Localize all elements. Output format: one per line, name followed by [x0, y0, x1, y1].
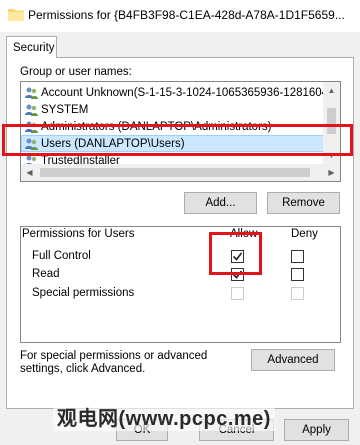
- window-title: Permissions for {B4FB3F98-C1EA-428d-A78A…: [28, 8, 345, 22]
- scroll-thumb[interactable]: [40, 168, 310, 177]
- allow-special-checkbox: [231, 287, 244, 300]
- user-name: SYSTEM: [41, 103, 89, 116]
- users-group-icon: [24, 86, 38, 100]
- add-button[interactable]: Add...: [184, 192, 257, 214]
- advanced-button[interactable]: Advanced: [251, 349, 335, 371]
- watermark: 观电网(www.pcpc.me): [53, 402, 275, 431]
- permissions-header: Permissions for Users: [22, 228, 135, 240]
- deny-full-control-checkbox[interactable]: [291, 250, 304, 263]
- advanced-hint-text: For special permissions or advanced sett…: [20, 350, 208, 375]
- tab-security[interactable]: Security: [6, 36, 57, 58]
- remove-button[interactable]: Remove: [267, 192, 340, 214]
- highlight-box-full-control: [209, 232, 262, 275]
- title-bar: Permissions for {B4FB3F98-C1EA-428d-A78A…: [0, 0, 360, 32]
- folder-icon: [8, 9, 24, 21]
- permission-label-special: Special permissions: [32, 287, 135, 299]
- scroll-left-icon[interactable]: ◀: [21, 164, 38, 181]
- permission-label-read: Read: [32, 268, 60, 280]
- deny-read-checkbox[interactable]: [291, 268, 304, 281]
- list-item[interactable]: SYSTEM: [24, 101, 88, 118]
- permission-label-full-control: Full Control: [32, 250, 91, 262]
- group-names-label: Group or user names:: [20, 66, 132, 78]
- scroll-right-icon[interactable]: ▶: [323, 164, 340, 181]
- deny-special-checkbox: [291, 287, 304, 300]
- users-group-icon: [24, 103, 38, 117]
- apply-button[interactable]: Apply: [284, 419, 349, 441]
- horizontal-scrollbar[interactable]: ◀ ▶: [21, 164, 340, 181]
- user-name: Account Unknown(S-1-15-3-1024-1065365936…: [41, 86, 341, 99]
- deny-column-header: Deny: [291, 228, 318, 240]
- highlight-box-users: [2, 124, 353, 156]
- scroll-up-icon[interactable]: ▲: [323, 82, 340, 99]
- permissions-list: [20, 226, 341, 343]
- list-item[interactable]: Account Unknown(S-1-15-3-1024-1065365936…: [24, 84, 341, 101]
